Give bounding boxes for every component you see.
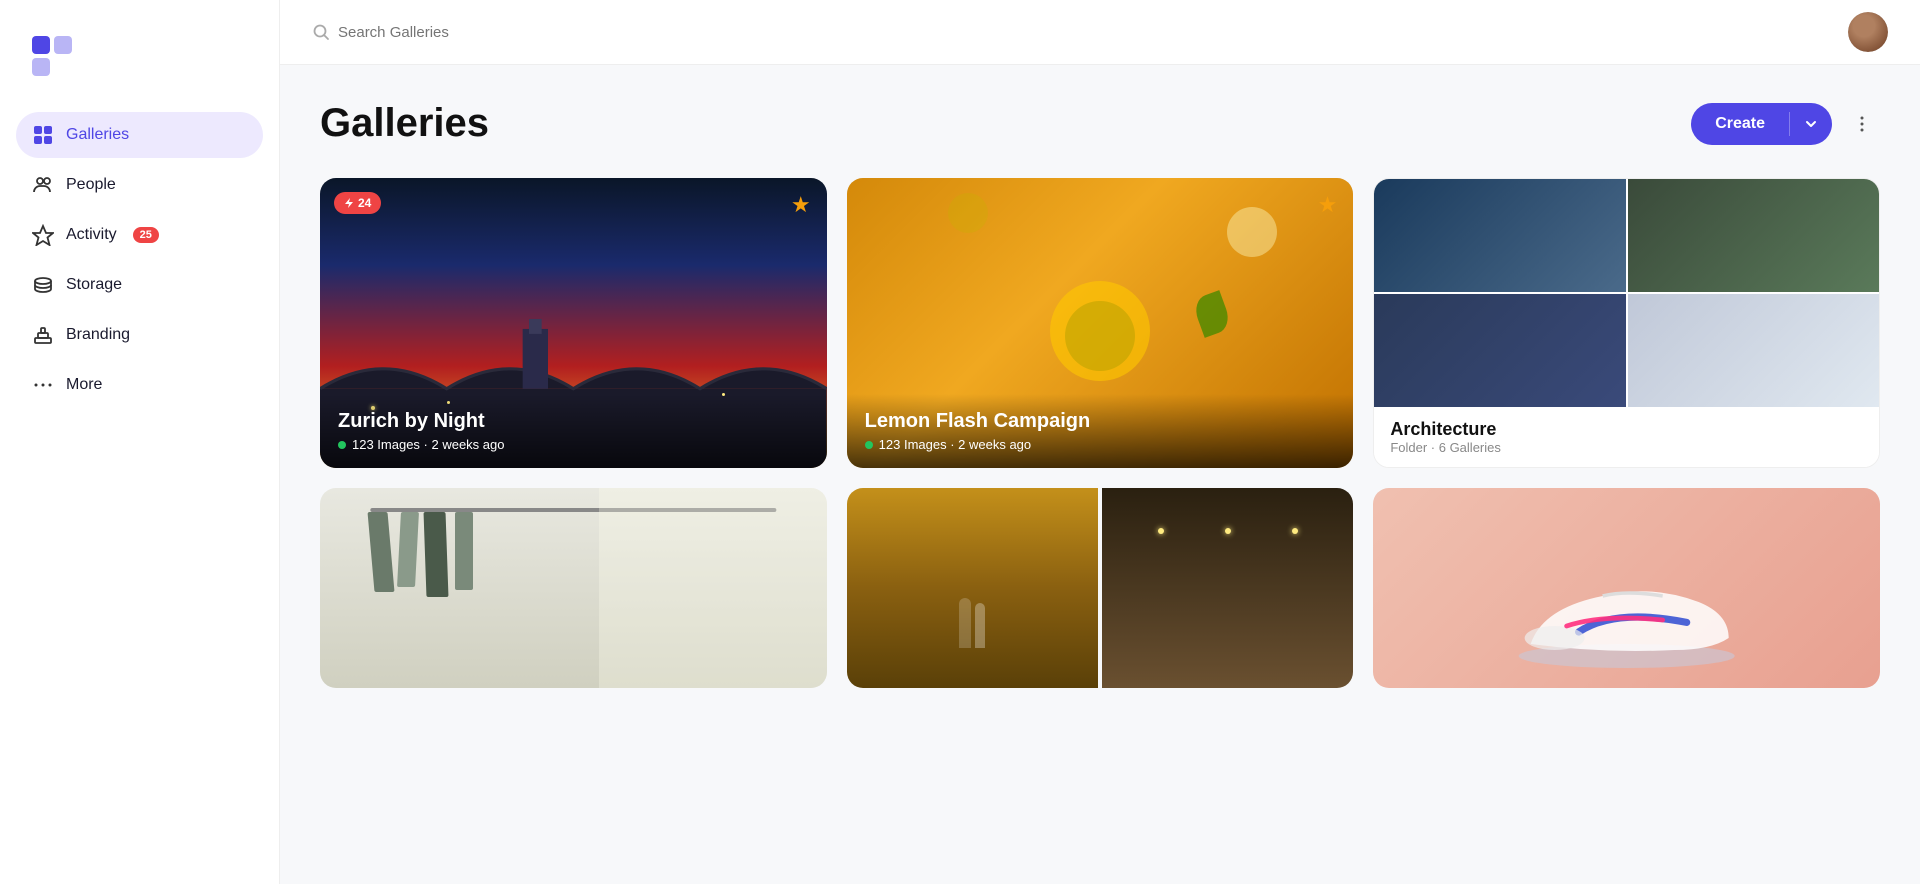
folder-title: Architecture (1390, 419, 1863, 440)
folder-img-4 (1628, 294, 1879, 407)
card-overlay-lemon: Lemon Flash Campaign 123 Images · 2 week… (847, 394, 1354, 468)
gallery-card-lemon[interactable]: ★ Lemon Flash Campaign 123 Images · 2 we… (847, 178, 1354, 468)
folder-img-3 (1374, 294, 1625, 407)
logo-area (16, 24, 263, 112)
activity-badge: 25 (133, 227, 159, 243)
gallery-card-wedding[interactable] (847, 488, 1354, 688)
gallery-card-zurich[interactable]: 24 ★ Zurich by Night 123 Images · 2 week… (320, 178, 827, 468)
sidebar-item-activity-label: Activity (66, 226, 117, 244)
create-dropdown-arrow[interactable] (1790, 105, 1832, 143)
vertical-dots-icon (1852, 114, 1872, 134)
search-wrapper (312, 23, 1848, 41)
folder-img-2 (1628, 179, 1879, 292)
card-title-lemon: Lemon Flash Campaign (865, 410, 1336, 433)
folder-img-1 (1374, 179, 1625, 292)
folder-info: Architecture Folder · 6 Galleries (1374, 407, 1879, 467)
wedding-img-couple (847, 488, 1098, 688)
search-icon (312, 23, 330, 41)
sidebar-item-storage[interactable]: Storage (16, 262, 263, 308)
page-title: Galleries (320, 101, 489, 146)
flash-count: 24 (358, 196, 371, 210)
card-title-zurich: Zurich by Night (338, 410, 809, 433)
topbar (280, 0, 1920, 65)
people-icon (32, 174, 54, 196)
sidebar: Galleries People Activity 25 (0, 0, 280, 884)
gallery-grid-row2 (320, 488, 1880, 688)
sidebar-item-galleries[interactable]: Galleries (16, 112, 263, 158)
gallery-card-shoe[interactable] (1373, 488, 1880, 688)
active-dot-lemon (865, 441, 873, 449)
activity-icon (32, 224, 54, 246)
header-actions: Create (1691, 103, 1880, 145)
branding-icon (32, 324, 54, 346)
content-area: Galleries Create (280, 65, 1920, 884)
star-icon-zurich[interactable]: ★ (791, 192, 811, 218)
search-input[interactable] (338, 24, 638, 41)
app-logo-icon (28, 32, 76, 80)
content-header: Galleries Create (320, 101, 1880, 146)
active-dot (338, 441, 346, 449)
storage-icon (32, 274, 54, 296)
sidebar-item-galleries-label: Galleries (66, 126, 129, 144)
avatar-image (1848, 12, 1888, 52)
card-meta-zurich: 123 Images · 2 weeks ago (338, 437, 809, 452)
create-button-label: Create (1691, 103, 1789, 145)
chevron-down-icon (1804, 117, 1818, 131)
main-area: Galleries Create (280, 0, 1920, 884)
gallery-card-store[interactable] (320, 488, 827, 688)
more-icon (32, 374, 54, 396)
sidebar-item-more[interactable]: More (16, 362, 263, 408)
sidebar-item-activity[interactable]: Activity 25 (16, 212, 263, 258)
sidebar-item-branding-label: Branding (66, 326, 130, 344)
wedding-img-reception (1102, 488, 1353, 688)
sidebar-item-storage-label: Storage (66, 276, 122, 294)
create-button[interactable]: Create (1691, 103, 1832, 145)
gallery-grid-row1: 24 ★ Zurich by Night 123 Images · 2 week… (320, 178, 1880, 468)
star-icon-lemon[interactable]: ★ (1318, 192, 1338, 218)
galleries-icon (32, 124, 54, 146)
sidebar-item-branding[interactable]: Branding (16, 312, 263, 358)
card-overlay-zurich: Zurich by Night 123 Images · 2 weeks ago (320, 394, 827, 468)
sidebar-item-more-label: More (66, 376, 102, 394)
card-meta-lemon: 123 Images · 2 weeks ago (865, 437, 1336, 452)
avatar[interactable] (1848, 12, 1888, 52)
sidebar-item-people[interactable]: People (16, 162, 263, 208)
flash-badge-zurich: 24 (334, 192, 381, 214)
gallery-card-architecture[interactable]: Architecture Folder · 6 Galleries (1373, 178, 1880, 468)
sidebar-item-people-label: People (66, 176, 116, 194)
folder-images-grid (1374, 179, 1879, 407)
folder-subtitle: Folder · 6 Galleries (1390, 440, 1863, 455)
more-options-button[interactable] (1844, 106, 1880, 142)
